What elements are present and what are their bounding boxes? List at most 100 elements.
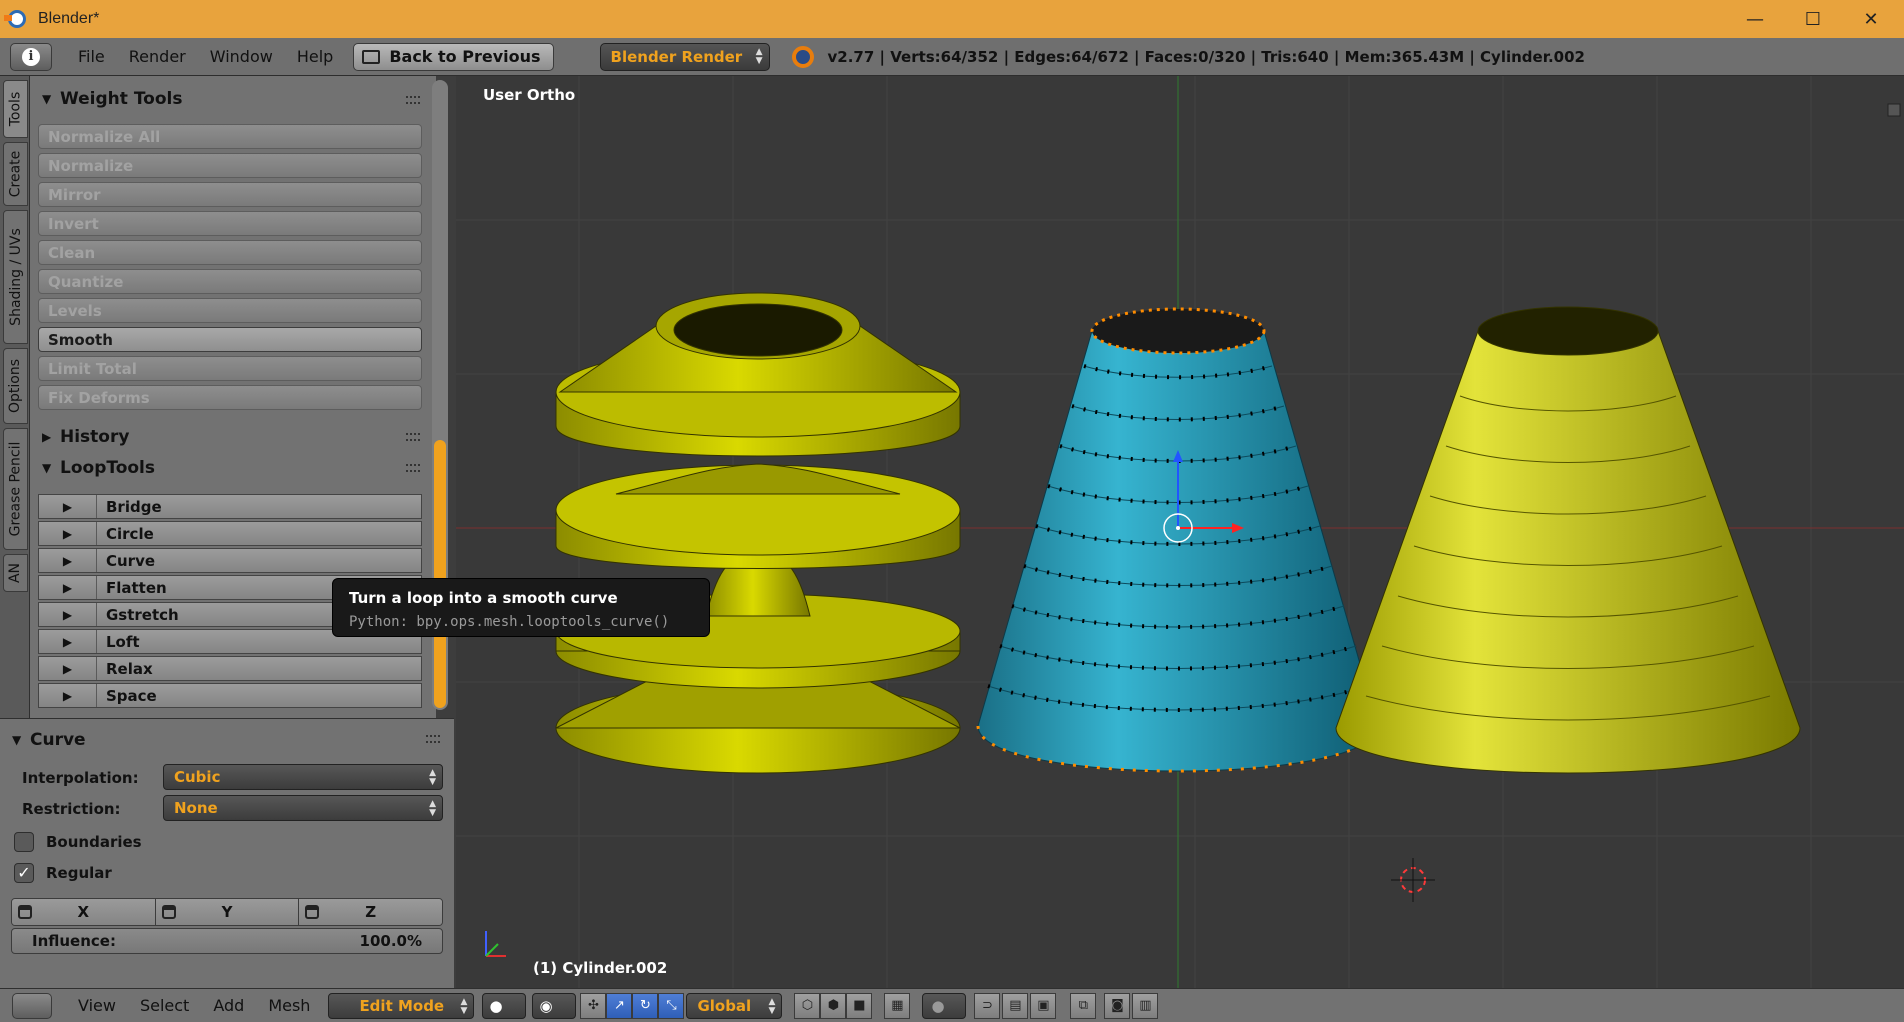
view-axis-gizmo-icon (485, 931, 506, 957)
menu-file[interactable]: File (66, 47, 117, 66)
minimize-button[interactable]: — (1726, 0, 1784, 38)
operator-title: Curve (30, 730, 86, 750)
menu-select[interactable]: Select (128, 996, 201, 1015)
vertex-select-icon[interactable]: ⬡ (794, 992, 821, 1019)
regular-checkbox[interactable]: ✓ (14, 863, 34, 883)
blender-version-icon (791, 45, 814, 68)
close-button[interactable]: ✕ (1842, 0, 1900, 38)
expand-play-icon[interactable]: ▶ (39, 657, 97, 680)
3d-viewport[interactable]: User Ortho (1) Cylinder.002 (456, 76, 1904, 988)
edge-select-icon[interactable]: ⬢ (820, 992, 847, 1019)
view-name-label: User Ortho (483, 86, 576, 104)
looptools-relax-row[interactable]: ▶ Relax (38, 656, 422, 681)
camera-render-icon[interactable]: ◙ (1104, 992, 1131, 1019)
tab-an[interactable]: AN (3, 554, 28, 592)
tab-create[interactable]: Create (3, 142, 28, 206)
history-header[interactable]: ▶ History (36, 424, 129, 450)
levels-button[interactable]: Levels (38, 298, 422, 323)
menu-add[interactable]: Add (201, 996, 256, 1015)
back-to-previous-label: Back to Previous (389, 47, 541, 66)
influence-slider[interactable]: Influence: 100.0% (11, 928, 443, 954)
looptools-item-label: Loft (106, 632, 140, 651)
looptools-bridge-row[interactable]: ▶ Bridge (38, 494, 422, 519)
spinner-arrows-icon: ▲ ▼ (429, 799, 436, 818)
pivot-point-select[interactable]: ◉ (532, 992, 577, 1019)
scale-manipulator-icon[interactable]: ⤡ (658, 992, 685, 1019)
disclosure-down-icon: ▼ (42, 92, 52, 106)
back-to-previous-button[interactable]: Back to Previous (353, 42, 554, 71)
normalize-all-button[interactable]: Normalize All (38, 124, 422, 149)
looptools-space-row[interactable]: ▶ Space (38, 683, 422, 708)
render-engine-select[interactable]: Blender Render ▲ ▼ (599, 42, 770, 71)
panel-grip-icon[interactable] (406, 464, 420, 472)
interaction-mode-select[interactable]: Edit Mode ▲ ▼ (328, 992, 475, 1019)
region-expand-icon[interactable] (1887, 103, 1901, 117)
expand-play-icon[interactable]: ▶ (39, 684, 97, 707)
menu-window[interactable]: Window (198, 47, 285, 66)
window-title: Blender* (38, 10, 100, 27)
menu-render[interactable]: Render (117, 47, 198, 66)
tab-grease-pencil[interactable]: Grease Pencil (3, 428, 28, 550)
interpolation-select[interactable]: Cubic ▲ ▼ (163, 764, 443, 790)
normalize-button[interactable]: Normalize (38, 153, 422, 178)
disclosure-down-icon: ▼ (12, 733, 22, 747)
panel-grip-icon[interactable] (426, 735, 440, 743)
clapper-render-icon[interactable]: ▥ (1132, 992, 1159, 1019)
fix-deforms-button[interactable]: Fix Deforms (38, 385, 422, 410)
tab-options[interactable]: Options (3, 348, 28, 424)
limit-total-button[interactable]: Limit Total (38, 356, 422, 381)
tab-tools[interactable]: Tools (3, 80, 28, 138)
snap-magnet-icon[interactable]: ⊃ (974, 992, 1001, 1019)
translate-manipulator-icon[interactable]: ↗ (606, 992, 633, 1019)
manipulator-toggle-icon[interactable]: ✣ (580, 992, 607, 1019)
expand-play-icon[interactable]: ▶ (39, 576, 97, 599)
operator-tooltip: Turn a loop into a smooth curve Python: … (332, 578, 710, 637)
lock-z-toggle[interactable]: Z (299, 899, 442, 925)
rotate-manipulator-icon[interactable]: ↻ (632, 992, 659, 1019)
looptools-header[interactable]: ▼ LoopTools (36, 455, 155, 481)
3d-cursor-icon[interactable] (1391, 858, 1435, 902)
looptools-curve-row[interactable]: ▶ Curve (38, 548, 422, 573)
viewport-canvas[interactable] (456, 76, 1904, 988)
scrollbar-thumb[interactable] (434, 440, 446, 708)
tab-shading-uvs[interactable]: Shading / UVs (3, 210, 28, 344)
proportional-editing-select[interactable]: ● (922, 992, 967, 1019)
mirror-button[interactable]: Mirror (38, 182, 422, 207)
smooth-button[interactable]: Smooth (38, 327, 422, 352)
interpolation-value: Cubic (174, 768, 221, 786)
transform-orientation-select[interactable]: Global ▲ ▼ (686, 992, 783, 1019)
face-select-icon[interactable]: ■ (846, 992, 873, 1019)
expand-play-icon[interactable]: ▶ (39, 522, 97, 545)
expand-play-icon[interactable]: ▶ (39, 495, 97, 518)
render-snapshot-icon[interactable]: ⧉ (1070, 992, 1097, 1019)
snap-target-icon[interactable]: ▣ (1030, 992, 1057, 1019)
selected-cone-mesh[interactable] (976, 307, 1380, 773)
menu-view[interactable]: View (66, 996, 128, 1015)
viewport-shading-select[interactable]: ● (482, 992, 527, 1019)
panel-grip-icon[interactable] (406, 96, 420, 104)
restriction-select[interactable]: None ▲ ▼ (163, 795, 443, 821)
render-engine-value: Blender Render (610, 47, 743, 66)
menu-help[interactable]: Help (285, 47, 345, 66)
clean-button[interactable]: Clean (38, 240, 422, 265)
lock-y-toggle[interactable]: Y (155, 899, 300, 925)
snap-element-icon[interactable]: ▤ (1002, 992, 1029, 1019)
expand-play-icon[interactable]: ▶ (39, 630, 97, 653)
weight-tools-header[interactable]: ▼ Weight Tools (36, 86, 182, 112)
boundaries-checkbox[interactable] (14, 832, 34, 852)
yellow-cone-mesh[interactable] (1335, 306, 1801, 774)
operator-curve-header[interactable]: ▼ Curve (6, 727, 86, 753)
invert-button[interactable]: Invert (38, 211, 422, 236)
looptools-circle-row[interactable]: ▶ Circle (38, 521, 422, 546)
quantize-button[interactable]: Quantize (38, 269, 422, 294)
maximize-button[interactable]: ☐ (1784, 0, 1842, 38)
expand-play-icon[interactable]: ▶ (39, 603, 97, 626)
lock-x-toggle[interactable]: X (12, 899, 156, 925)
expand-play-icon[interactable]: ▶ (39, 549, 97, 572)
occlude-geometry-icon[interactable]: ▦ (884, 992, 911, 1019)
editor-type-3d-view-button[interactable] (12, 992, 52, 1019)
panel-grip-icon[interactable] (406, 433, 420, 441)
editor-type-info-button[interactable]: i (10, 42, 52, 71)
stacked-disc-mesh[interactable] (555, 292, 961, 774)
menu-mesh[interactable]: Mesh (256, 996, 322, 1015)
